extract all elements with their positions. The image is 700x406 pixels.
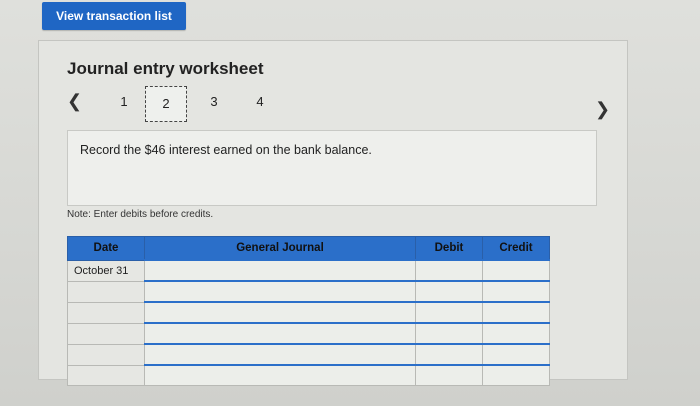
view-transaction-list-button[interactable]: View transaction list — [42, 2, 186, 30]
table-row: October 31 — [67, 259, 550, 282]
table-row — [67, 322, 550, 345]
journal-table: Date General Journal Debit Credit Octobe… — [67, 236, 550, 386]
debit-input[interactable] — [415, 259, 483, 282]
date-cell — [67, 280, 145, 303]
date-cell — [67, 322, 145, 345]
account-input[interactable] — [144, 364, 416, 386]
instruction-text: Record the $46 interest earned on the ba… — [80, 143, 372, 157]
journal-entry-panel: Journal entry worksheet ❮ 1 2 3 4 ❯ Reco… — [38, 40, 629, 386]
header-debit: Debit — [415, 236, 483, 261]
header-date: Date — [67, 236, 145, 261]
table-row — [67, 301, 550, 324]
header-general-journal: General Journal — [144, 236, 416, 261]
credit-input[interactable] — [482, 280, 550, 303]
header-credit: Credit — [482, 236, 550, 261]
debit-input[interactable] — [415, 280, 483, 303]
date-cell: October 31 — [67, 259, 145, 282]
worksheet-title: Journal entry worksheet — [67, 59, 264, 78]
account-input[interactable] — [144, 280, 416, 303]
date-cell — [67, 343, 145, 366]
table-row — [67, 364, 550, 386]
account-input[interactable] — [144, 301, 416, 324]
page-3-tab[interactable]: 3 — [207, 94, 221, 109]
instruction-box: Record the $46 interest earned on the ba… — [67, 130, 597, 206]
debit-input[interactable] — [415, 301, 483, 324]
credit-input[interactable] — [482, 364, 550, 386]
chevron-left-icon[interactable]: ❮ — [67, 91, 82, 112]
note-text: Note: Enter debits before credits. — [67, 209, 214, 220]
credit-input[interactable] — [482, 259, 550, 282]
table-row — [67, 343, 550, 366]
account-input[interactable] — [144, 322, 416, 345]
page-2-tab[interactable]: 2 — [145, 86, 187, 122]
debit-input[interactable] — [415, 322, 483, 345]
date-cell — [67, 301, 145, 324]
account-input[interactable] — [144, 343, 416, 366]
chevron-right-icon[interactable]: ❯ — [595, 99, 610, 120]
table-row — [67, 280, 550, 303]
debit-input[interactable] — [415, 364, 483, 386]
credit-input[interactable] — [482, 343, 550, 366]
credit-input[interactable] — [482, 301, 550, 324]
credit-input[interactable] — [482, 322, 550, 345]
page-1-tab[interactable]: 1 — [117, 94, 131, 109]
page-4-tab[interactable]: 4 — [253, 94, 267, 109]
date-cell — [67, 364, 145, 386]
page-navigation: ❮ 1 2 3 4 ❯ — [39, 86, 629, 129]
debit-input[interactable] — [415, 343, 483, 366]
account-input[interactable] — [144, 259, 416, 282]
